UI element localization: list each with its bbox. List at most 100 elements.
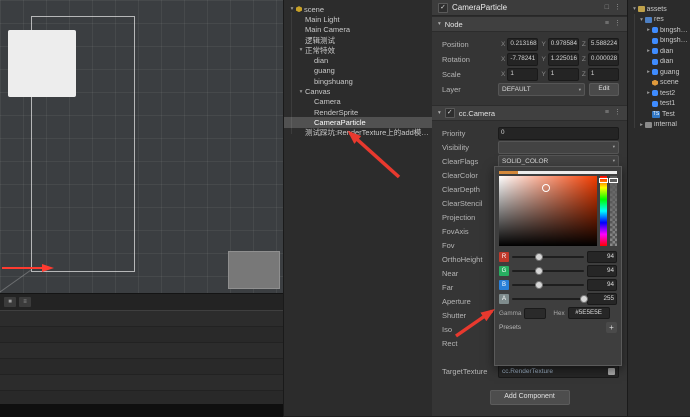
asset-item[interactable]: test1 xyxy=(628,99,690,110)
hierarchy-item[interactable]: 逻辑测试 xyxy=(284,35,433,45)
saturation-value-area[interactable] xyxy=(499,176,597,246)
expand-arrow-icon[interactable]: ▾ xyxy=(297,89,305,95)
hierarchy-item[interactable]: guang xyxy=(284,66,433,76)
asset-item[interactable]: ▸ guang xyxy=(628,67,690,78)
layer-dropdown[interactable]: DEFAULT ▾ xyxy=(498,83,585,96)
hierarchy-item[interactable]: CameraParticle xyxy=(284,117,433,128)
node-section-header[interactable]: ▾ Node ≡ ⋮ xyxy=(432,16,627,32)
alpha-slider-handle[interactable] xyxy=(609,178,618,184)
property-label: Scale xyxy=(442,70,461,79)
channel-slider[interactable] xyxy=(512,295,588,303)
x-value-input[interactable]: -7.78241 xyxy=(507,53,539,66)
asset-item[interactable]: ▸ internal xyxy=(628,120,690,131)
channel-slider[interactable] xyxy=(512,281,584,289)
menu-icon[interactable]: ⋮ xyxy=(614,4,621,12)
asset-item[interactable]: ▸ bingshuang xyxy=(628,25,690,36)
axis-z-label: Z xyxy=(581,41,586,48)
reset-icon[interactable]: ≡ xyxy=(605,20,609,28)
hierarchy-item[interactable]: ▾ scene xyxy=(284,4,433,14)
gamma-input[interactable] xyxy=(524,307,547,319)
hierarchy-item[interactable]: ▾ Canvas xyxy=(284,86,433,96)
hierarchy-item[interactable]: Main Light xyxy=(284,14,433,24)
collapse-arrow-icon[interactable]: ▾ xyxy=(438,21,441,27)
x-axis-arrowhead-icon[interactable] xyxy=(42,264,54,272)
list-view-icon[interactable]: ≡ xyxy=(19,297,31,307)
asset-item[interactable]: scene xyxy=(628,78,690,89)
hierarchy-item[interactable]: Main Camera xyxy=(284,25,433,35)
x-value-input[interactable]: 1 xyxy=(507,68,539,81)
scene-viewport[interactable] xyxy=(0,0,283,293)
y-value-input[interactable]: 0.978584 xyxy=(547,38,579,51)
sv-cursor[interactable] xyxy=(542,183,551,192)
paste-component-icon[interactable]: □ xyxy=(605,4,609,12)
component-enabled-checkbox[interactable]: ✓ xyxy=(444,108,455,118)
node-active-checkbox[interactable]: ✓ xyxy=(438,2,448,13)
hierarchy-item[interactable]: 测试踩坑:RenderTexture上的add模式也有问题 添加异... xyxy=(284,128,433,138)
alpha-slider[interactable] xyxy=(609,176,618,246)
channel-value-input[interactable]: 255 xyxy=(587,293,617,305)
asset-item[interactable]: TS Test xyxy=(628,109,690,120)
menu-icon[interactable]: ⋮ xyxy=(614,109,621,117)
hierarchy-item[interactable]: dian xyxy=(284,55,433,65)
channel-row: G 94 xyxy=(499,264,617,278)
color-preview-strip xyxy=(499,171,617,174)
y-value-input[interactable]: 1.225016 xyxy=(547,53,579,66)
layer-edit-button[interactable]: Edit xyxy=(589,83,619,96)
hex-input[interactable]: #5E5E5E xyxy=(567,307,610,319)
expand-arrow-icon[interactable]: ▾ xyxy=(631,6,638,12)
reset-icon[interactable]: ≡ xyxy=(605,109,609,117)
target-texture-field[interactable]: cc.RenderTexture xyxy=(498,364,619,378)
expand-arrow-icon[interactable]: ▾ xyxy=(288,6,296,12)
channel-slider-knob[interactable] xyxy=(534,281,543,289)
channel-slider[interactable] xyxy=(512,253,584,261)
presets-label: Presets xyxy=(499,323,522,331)
hierarchy-item[interactable]: bingshuang xyxy=(284,76,433,86)
expand-arrow-icon[interactable]: ▸ xyxy=(638,122,645,128)
y-value-input[interactable]: 1 xyxy=(547,68,579,81)
channel-value-input[interactable]: 94 xyxy=(587,265,617,277)
collapse-arrow-icon[interactable]: ▾ xyxy=(438,110,441,116)
channel-value-input[interactable]: 94 xyxy=(587,251,617,263)
channel-slider[interactable] xyxy=(512,267,584,275)
asset-picker-icon[interactable] xyxy=(608,367,615,375)
channel-label-chip: G xyxy=(499,266,509,276)
node-label: 测试踩坑:RenderTexture上的add模式也有问题 添加异... xyxy=(305,128,433,138)
hierarchy-item[interactable]: Camera xyxy=(284,97,433,107)
asset-label: guang xyxy=(660,68,680,76)
expand-arrow-icon[interactable]: ▸ xyxy=(645,48,652,54)
hue-slider[interactable] xyxy=(599,176,608,246)
z-value-input[interactable]: 5.588224 xyxy=(587,38,619,51)
asset-item[interactable]: ▸ test2 xyxy=(628,88,690,99)
asset-item[interactable]: bingshuang xyxy=(628,36,690,47)
menu-icon[interactable]: ⋮ xyxy=(614,20,621,28)
asset-item[interactable]: dian xyxy=(628,57,690,68)
expand-arrow-icon[interactable]: ▾ xyxy=(638,17,645,23)
expand-arrow-icon[interactable]: ▸ xyxy=(645,69,652,75)
expand-arrow-icon[interactable]: ▸ xyxy=(645,90,652,96)
property-label: Far xyxy=(442,282,454,292)
asset-item[interactable]: ▾ assets xyxy=(628,4,690,15)
z-value-input[interactable]: 0.000028 xyxy=(587,53,619,66)
channel-row: B 94 xyxy=(499,278,617,292)
grid-view-icon[interactable]: ■ xyxy=(4,297,16,307)
camera-section-header[interactable]: ▾ ✓ cc.Camera ≡ ⋮ xyxy=(432,105,627,121)
visibility-dropdown[interactable]: ▾ xyxy=(498,140,619,154)
z-value-input[interactable]: 1 xyxy=(587,68,619,81)
channel-slider-knob[interactable] xyxy=(580,295,588,303)
channel-value-input[interactable]: 94 xyxy=(587,279,617,291)
expand-arrow-icon[interactable]: ▸ xyxy=(645,27,652,33)
property-label: ClearFlags xyxy=(442,156,479,166)
expand-arrow-icon[interactable]: ▾ xyxy=(297,47,305,53)
hierarchy-item[interactable]: ▾ 正常特效 xyxy=(284,45,433,55)
bottom-panel-footer xyxy=(0,404,283,417)
hierarchy-item[interactable]: RenderSprite xyxy=(284,107,433,117)
priority-input[interactable]: 0 xyxy=(498,126,619,140)
x-value-input[interactable]: 0.213168 xyxy=(507,38,539,51)
channel-slider-knob[interactable] xyxy=(534,253,543,261)
asset-item[interactable]: ▸ dian xyxy=(628,46,690,57)
add-preset-button[interactable]: + xyxy=(606,321,617,333)
add-component-button[interactable]: Add Component xyxy=(489,390,570,405)
hue-slider-handle[interactable] xyxy=(599,178,608,184)
asset-item[interactable]: ▾ res xyxy=(628,15,690,26)
channel-slider-knob[interactable] xyxy=(534,267,543,275)
